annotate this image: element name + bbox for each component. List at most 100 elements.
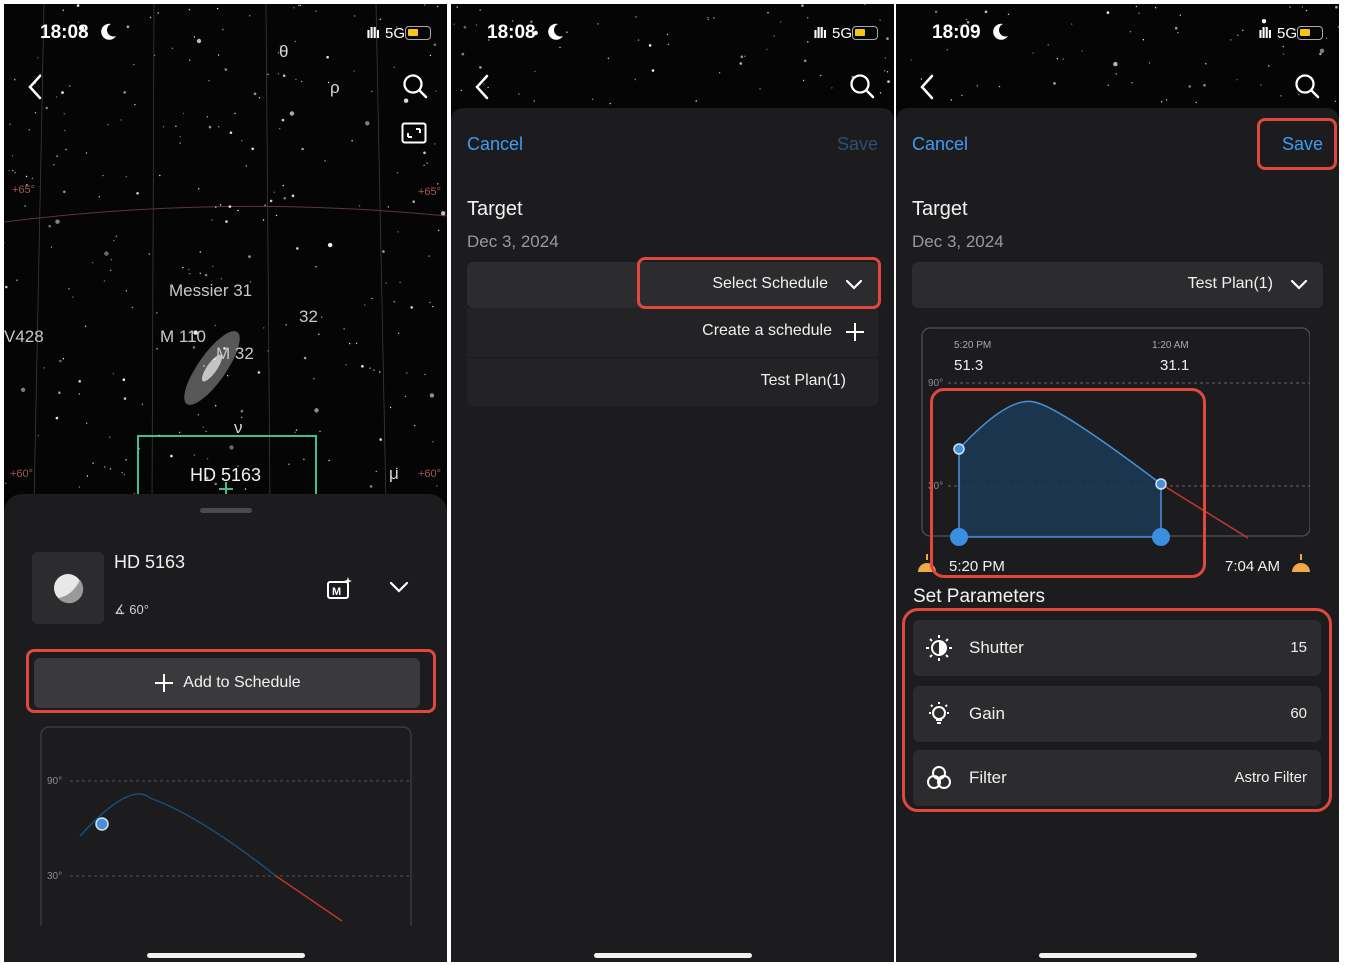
chevron-down-icon <box>845 279 863 290</box>
network-type: 5G <box>1276 25 1297 42</box>
star-label-mu: μ <box>389 464 399 483</box>
filter-label: Filter <box>969 768 1007 787</box>
window-end-label: 7:04 AM <box>1225 558 1280 575</box>
search-icon[interactable] <box>401 72 429 100</box>
create-schedule-option[interactable]: Create a schedule <box>702 322 832 340</box>
status-bar: 18:08 ıllı 5G <box>4 22 447 48</box>
modal-title: Target <box>467 198 523 220</box>
svg-text:M: M <box>332 586 341 598</box>
tick-90: 90° <box>47 776 62 787</box>
target-altitude: ∡ 60° <box>114 602 149 618</box>
start-handle[interactable] <box>950 528 968 546</box>
status-time: 18:09 <box>932 22 981 43</box>
sheet-grabber[interactable] <box>200 508 252 513</box>
object-label-messier31[interactable]: Messier 31 <box>169 281 252 301</box>
target-thumbnail <box>32 552 104 624</box>
target-detail-sheet: HD 5163 ∡ 60° M Add to Schedule 90° 30° <box>4 494 447 962</box>
grid-label: +65° <box>418 186 442 198</box>
modal-date: Dec 3, 2024 <box>467 232 559 251</box>
signal-icon: ıllı <box>1258 25 1272 42</box>
schedule-select[interactable]: Select Schedule <box>467 262 878 308</box>
chart-start-time: 5:20 PM <box>954 340 991 351</box>
chevron-down-icon <box>1290 279 1308 290</box>
filter-icon <box>927 766 951 789</box>
battery-icon <box>405 26 431 40</box>
object-label-v428[interactable]: V428 <box>4 327 44 347</box>
schedule-select-label: Test Plan(1) <box>1187 275 1273 292</box>
object-label-m110[interactable]: M 110 <box>160 327 206 347</box>
battery-icon <box>1297 26 1323 40</box>
window-start-label: 5:20 PM <box>949 558 1005 575</box>
home-indicator <box>594 953 752 958</box>
search-icon[interactable] <box>1293 72 1321 100</box>
phone-screen-set-parameters: 18:09 ıllı 5G Cancel Save Target Dec 3, … <box>896 4 1339 962</box>
back-chevron-icon[interactable] <box>916 72 940 102</box>
signal-icon: ıllı <box>366 25 380 42</box>
modal-title: Target <box>912 198 968 220</box>
network-type: 5G <box>384 25 405 42</box>
gain-row[interactable]: Gain 60 <box>913 686 1321 742</box>
star-label-nu: ν <box>234 418 243 437</box>
plus-icon <box>155 674 174 692</box>
object-label-hd5163[interactable]: HD 5163 <box>190 465 261 486</box>
target-name: HD 5163 <box>114 552 186 572</box>
sunset-icon <box>918 554 936 572</box>
star-thumbnail-icon <box>54 574 84 604</box>
schedule-select-label: Select Schedule <box>712 275 828 292</box>
home-indicator <box>147 953 305 958</box>
gain-value: 60 <box>1290 705 1307 722</box>
back-chevron-icon[interactable] <box>24 72 48 102</box>
battery-icon <box>852 26 878 40</box>
moon-icon <box>993 23 1008 40</box>
end-handle[interactable] <box>1152 528 1170 546</box>
add-target-modal: Cancel Save Target Dec 3, 2024 Select Sc… <box>451 108 894 962</box>
status-time: 18:08 <box>40 22 89 43</box>
shutter-icon <box>926 635 952 661</box>
angle-icon: ∡ <box>114 602 130 617</box>
current-position-point <box>95 817 109 831</box>
star-label-rho: ρ <box>330 78 340 97</box>
search-icon[interactable] <box>848 72 876 100</box>
object-label-m32[interactable]: M 32 <box>216 344 254 364</box>
shutter-label: Shutter <box>969 638 1024 657</box>
gain-icon <box>929 702 949 724</box>
filter-value: Astro Filter <box>1234 769 1307 786</box>
phone-screen-select-schedule: 18:08 ıllı 5G Cancel Save Target Dec 3, … <box>451 4 894 962</box>
set-parameters-title: Set Parameters <box>913 586 1045 607</box>
save-button[interactable]: Save <box>1282 134 1323 155</box>
modal-date: Dec 3, 2024 <box>912 232 1004 251</box>
cancel-button[interactable]: Cancel <box>467 134 523 155</box>
sunrise-icon <box>1292 554 1310 572</box>
divider <box>467 357 878 358</box>
altitude-chart: 90° 30° <box>40 726 412 926</box>
altitude-value: 60° <box>129 602 149 617</box>
star-field <box>453 4 890 105</box>
star-label-32: 32 <box>299 307 318 326</box>
phone-screen-sky-map: +65° +65° +60° +60° Messier 31 M 110 M 3… <box>4 4 447 962</box>
network-type: 5G <box>831 25 852 42</box>
schedule-dropdown: Create a schedule Test Plan(1) <box>467 308 878 406</box>
save-button[interactable]: Save <box>837 134 878 155</box>
back-chevron-icon[interactable] <box>471 72 495 102</box>
add-to-schedule-button[interactable]: Add to Schedule <box>34 658 420 708</box>
cancel-button[interactable]: Cancel <box>912 134 968 155</box>
schedule-select[interactable]: Test Plan(1) <box>912 262 1323 308</box>
shutter-value: 15 <box>1290 639 1307 656</box>
chevron-down-icon[interactable] <box>388 578 410 596</box>
shutter-row[interactable]: Shutter 15 <box>913 620 1321 676</box>
mosaic-icon[interactable]: M <box>326 576 354 602</box>
test-plan-option[interactable]: Test Plan(1) <box>761 372 846 390</box>
chart-end-time: 1:20 AM <box>1152 340 1189 351</box>
chart-start-alt: 51.3 <box>954 357 983 374</box>
add-to-schedule-label: Add to Schedule <box>183 674 301 691</box>
star-field <box>4 4 447 504</box>
moon-icon <box>101 23 116 40</box>
filter-row[interactable]: Filter Astro Filter <box>913 750 1321 806</box>
status-bar: 18:08 ıllı 5G <box>451 22 894 48</box>
altitude-window-chart[interactable]: 5:20 PM 51.3 1:20 AM 31.1 90° 30° 5:20 P… <box>918 326 1310 586</box>
gain-label: Gain <box>969 704 1005 723</box>
signal-icon: ıllı <box>813 25 827 42</box>
fullscreen-icon[interactable] <box>401 122 427 144</box>
plus-icon[interactable] <box>844 321 866 343</box>
grid-label: +60° <box>10 468 34 480</box>
